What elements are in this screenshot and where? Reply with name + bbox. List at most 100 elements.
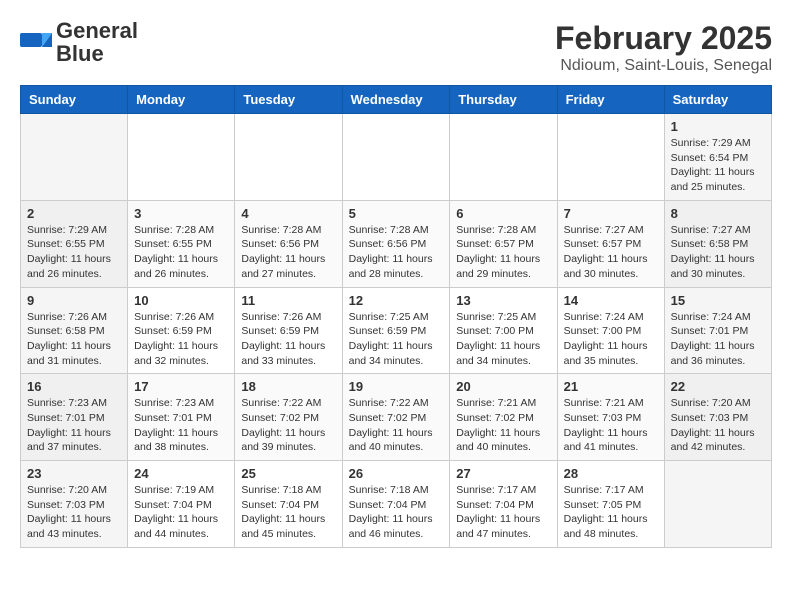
- calendar-day-cell: [450, 114, 557, 201]
- calendar-week-row: 16 Sunrise: 7:23 AMSunset: 7:01 PMDayligh…: [21, 374, 772, 461]
- day-info: Sunrise: 7:25 AMSunset: 6:59 PMDaylight:…: [349, 310, 444, 369]
- day-number: 10: [134, 293, 228, 308]
- day-number: 2: [27, 206, 121, 221]
- calendar-table: Sunday Monday Tuesday Wednesday Thursday…: [20, 85, 772, 548]
- day-info: Sunrise: 7:22 AMSunset: 7:02 PMDaylight:…: [241, 396, 335, 455]
- day-number: 18: [241, 379, 335, 394]
- calendar-day-cell: [664, 461, 771, 548]
- header-saturday: Saturday: [664, 86, 771, 114]
- calendar-day-cell: 2 Sunrise: 7:29 AMSunset: 6:55 PMDaylight…: [21, 200, 128, 287]
- day-info: Sunrise: 7:29 AMSunset: 6:55 PMDaylight:…: [27, 223, 121, 282]
- day-number: 16: [27, 379, 121, 394]
- day-number: 25: [241, 466, 335, 481]
- day-info: Sunrise: 7:28 AMSunset: 6:55 PMDaylight:…: [134, 223, 228, 282]
- day-info: Sunrise: 7:23 AMSunset: 7:01 PMDaylight:…: [27, 396, 121, 455]
- calendar-week-row: 2 Sunrise: 7:29 AMSunset: 6:55 PMDaylight…: [21, 200, 772, 287]
- calendar-day-cell: 3 Sunrise: 7:28 AMSunset: 6:55 PMDaylight…: [128, 200, 235, 287]
- day-number: 11: [241, 293, 335, 308]
- calendar-day-cell: 10Sunrise: 7:26 AMSunset: 6:59 PMDayligh…: [128, 287, 235, 374]
- calendar-week-row: 23 Sunrise: 7:20 AMSunset: 7:03 PMDayligh…: [21, 461, 772, 548]
- calendar-day-cell: 28 Sunrise: 7:17 AMSunset: 7:05 PMDayligh…: [557, 461, 664, 548]
- calendar-day-cell: 8 Sunrise: 7:27 AMSunset: 6:58 PMDaylight…: [664, 200, 771, 287]
- title-block: February 2025 Ndioum, Saint-Louis, Seneg…: [555, 20, 772, 75]
- day-info: Sunrise: 7:20 AMSunset: 7:03 PMDaylight:…: [671, 396, 765, 455]
- day-info: Sunrise: 7:20 AMSunset: 7:03 PMDaylight:…: [27, 483, 121, 542]
- calendar-day-cell: 22 Sunrise: 7:20 AMSunset: 7:03 PMDayligh…: [664, 374, 771, 461]
- day-number: 22: [671, 379, 765, 394]
- logo: General Blue: [20, 20, 138, 66]
- header-tuesday: Tuesday: [235, 86, 342, 114]
- header-wednesday: Wednesday: [342, 86, 450, 114]
- calendar-day-cell: [557, 114, 664, 201]
- calendar-day-cell: 19 Sunrise: 7:22 AMSunset: 7:02 PMDayligh…: [342, 374, 450, 461]
- calendar-day-cell: 24Sunrise: 7:19 AMSunset: 7:04 PMDayligh…: [128, 461, 235, 548]
- day-info: Sunrise: 7:27 AMSunset: 6:57 PMDaylight:…: [564, 223, 658, 282]
- calendar-day-cell: 17Sunrise: 7:23 AMSunset: 7:01 PMDayligh…: [128, 374, 235, 461]
- calendar-day-cell: 26 Sunrise: 7:18 AMSunset: 7:04 PMDayligh…: [342, 461, 450, 548]
- day-number: 15: [671, 293, 765, 308]
- day-number: 9: [27, 293, 121, 308]
- day-number: 23: [27, 466, 121, 481]
- day-number: 21: [564, 379, 658, 394]
- day-info: Sunrise: 7:29 AMSunset: 6:54 PMDaylight:…: [671, 136, 765, 195]
- calendar-day-cell: 4Sunrise: 7:28 AMSunset: 6:56 PMDaylight…: [235, 200, 342, 287]
- day-info: Sunrise: 7:28 AMSunset: 6:56 PMDaylight:…: [349, 223, 444, 282]
- day-info: Sunrise: 7:18 AMSunset: 7:04 PMDaylight:…: [349, 483, 444, 542]
- logo-text-general: General: [56, 18, 138, 43]
- day-info: Sunrise: 7:25 AMSunset: 7:00 PMDaylight:…: [456, 310, 550, 369]
- calendar-subtitle: Ndioum, Saint-Louis, Senegal: [555, 57, 772, 75]
- calendar-day-cell: 20 Sunrise: 7:21 AMSunset: 7:02 PMDayligh…: [450, 374, 557, 461]
- calendar-day-cell: 16 Sunrise: 7:23 AMSunset: 7:01 PMDayligh…: [21, 374, 128, 461]
- calendar-day-cell: 15 Sunrise: 7:24 AMSunset: 7:01 PMDayligh…: [664, 287, 771, 374]
- calendar-day-cell: 13 Sunrise: 7:25 AMSunset: 7:00 PMDayligh…: [450, 287, 557, 374]
- calendar-day-cell: 11 Sunrise: 7:26 AMSunset: 6:59 PMDayligh…: [235, 287, 342, 374]
- calendar-day-cell: [128, 114, 235, 201]
- day-number: 1: [671, 119, 765, 134]
- day-info: Sunrise: 7:18 AMSunset: 7:04 PMDaylight:…: [241, 483, 335, 542]
- calendar-day-cell: 14 Sunrise: 7:24 AMSunset: 7:00 PMDayligh…: [557, 287, 664, 374]
- calendar-day-cell: 7 Sunrise: 7:27 AMSunset: 6:57 PMDaylight…: [557, 200, 664, 287]
- calendar-day-cell: 6Sunrise: 7:28 AMSunset: 6:57 PMDaylight…: [450, 200, 557, 287]
- day-info: Sunrise: 7:27 AMSunset: 6:58 PMDaylight:…: [671, 223, 765, 282]
- day-number: 13: [456, 293, 550, 308]
- day-number: 3: [134, 206, 228, 221]
- day-number: 14: [564, 293, 658, 308]
- day-number: 27: [456, 466, 550, 481]
- day-info: Sunrise: 7:26 AMSunset: 6:58 PMDaylight:…: [27, 310, 121, 369]
- day-info: Sunrise: 7:21 AMSunset: 7:02 PMDaylight:…: [456, 396, 550, 455]
- day-number: 8: [671, 206, 765, 221]
- day-info: Sunrise: 7:17 AMSunset: 7:05 PMDaylight:…: [564, 483, 658, 542]
- calendar-day-cell: 27Sunrise: 7:17 AMSunset: 7:04 PMDayligh…: [450, 461, 557, 548]
- calendar-day-cell: 5 Sunrise: 7:28 AMSunset: 6:56 PMDaylight…: [342, 200, 450, 287]
- header-friday: Friday: [557, 86, 664, 114]
- day-info: Sunrise: 7:23 AMSunset: 7:01 PMDaylight:…: [134, 396, 228, 455]
- day-info: Sunrise: 7:24 AMSunset: 7:00 PMDaylight:…: [564, 310, 658, 369]
- calendar-day-cell: 9 Sunrise: 7:26 AMSunset: 6:58 PMDaylight…: [21, 287, 128, 374]
- day-number: 20: [456, 379, 550, 394]
- day-number: 19: [349, 379, 444, 394]
- calendar-header-row: Sunday Monday Tuesday Wednesday Thursday…: [21, 86, 772, 114]
- calendar-day-cell: 18 Sunrise: 7:22 AMSunset: 7:02 PMDayligh…: [235, 374, 342, 461]
- day-number: 7: [564, 206, 658, 221]
- day-info: Sunrise: 7:26 AMSunset: 6:59 PMDaylight:…: [241, 310, 335, 369]
- day-number: 26: [349, 466, 444, 481]
- calendar-day-cell: 23 Sunrise: 7:20 AMSunset: 7:03 PMDayligh…: [21, 461, 128, 548]
- day-info: Sunrise: 7:21 AMSunset: 7:03 PMDaylight:…: [564, 396, 658, 455]
- calendar-day-cell: 25 Sunrise: 7:18 AMSunset: 7:04 PMDayligh…: [235, 461, 342, 548]
- day-number: 12: [349, 293, 444, 308]
- day-number: 5: [349, 206, 444, 221]
- day-number: 4: [241, 206, 335, 221]
- header-monday: Monday: [128, 86, 235, 114]
- calendar-week-row: 9 Sunrise: 7:26 AMSunset: 6:58 PMDaylight…: [21, 287, 772, 374]
- calendar-day-cell: 1 Sunrise: 7:29 AMSunset: 6:54 PMDaylight…: [664, 114, 771, 201]
- calendar-title: February 2025: [555, 20, 772, 57]
- logo-text-blue: Blue: [56, 41, 104, 66]
- header-thursday: Thursday: [450, 86, 557, 114]
- day-number: 28: [564, 466, 658, 481]
- day-info: Sunrise: 7:24 AMSunset: 7:01 PMDaylight:…: [671, 310, 765, 369]
- day-info: Sunrise: 7:28 AMSunset: 6:57 PMDaylight:…: [456, 223, 550, 282]
- day-info: Sunrise: 7:22 AMSunset: 7:02 PMDaylight:…: [349, 396, 444, 455]
- header-sunday: Sunday: [21, 86, 128, 114]
- logo-icon: [20, 29, 52, 57]
- day-number: 24: [134, 466, 228, 481]
